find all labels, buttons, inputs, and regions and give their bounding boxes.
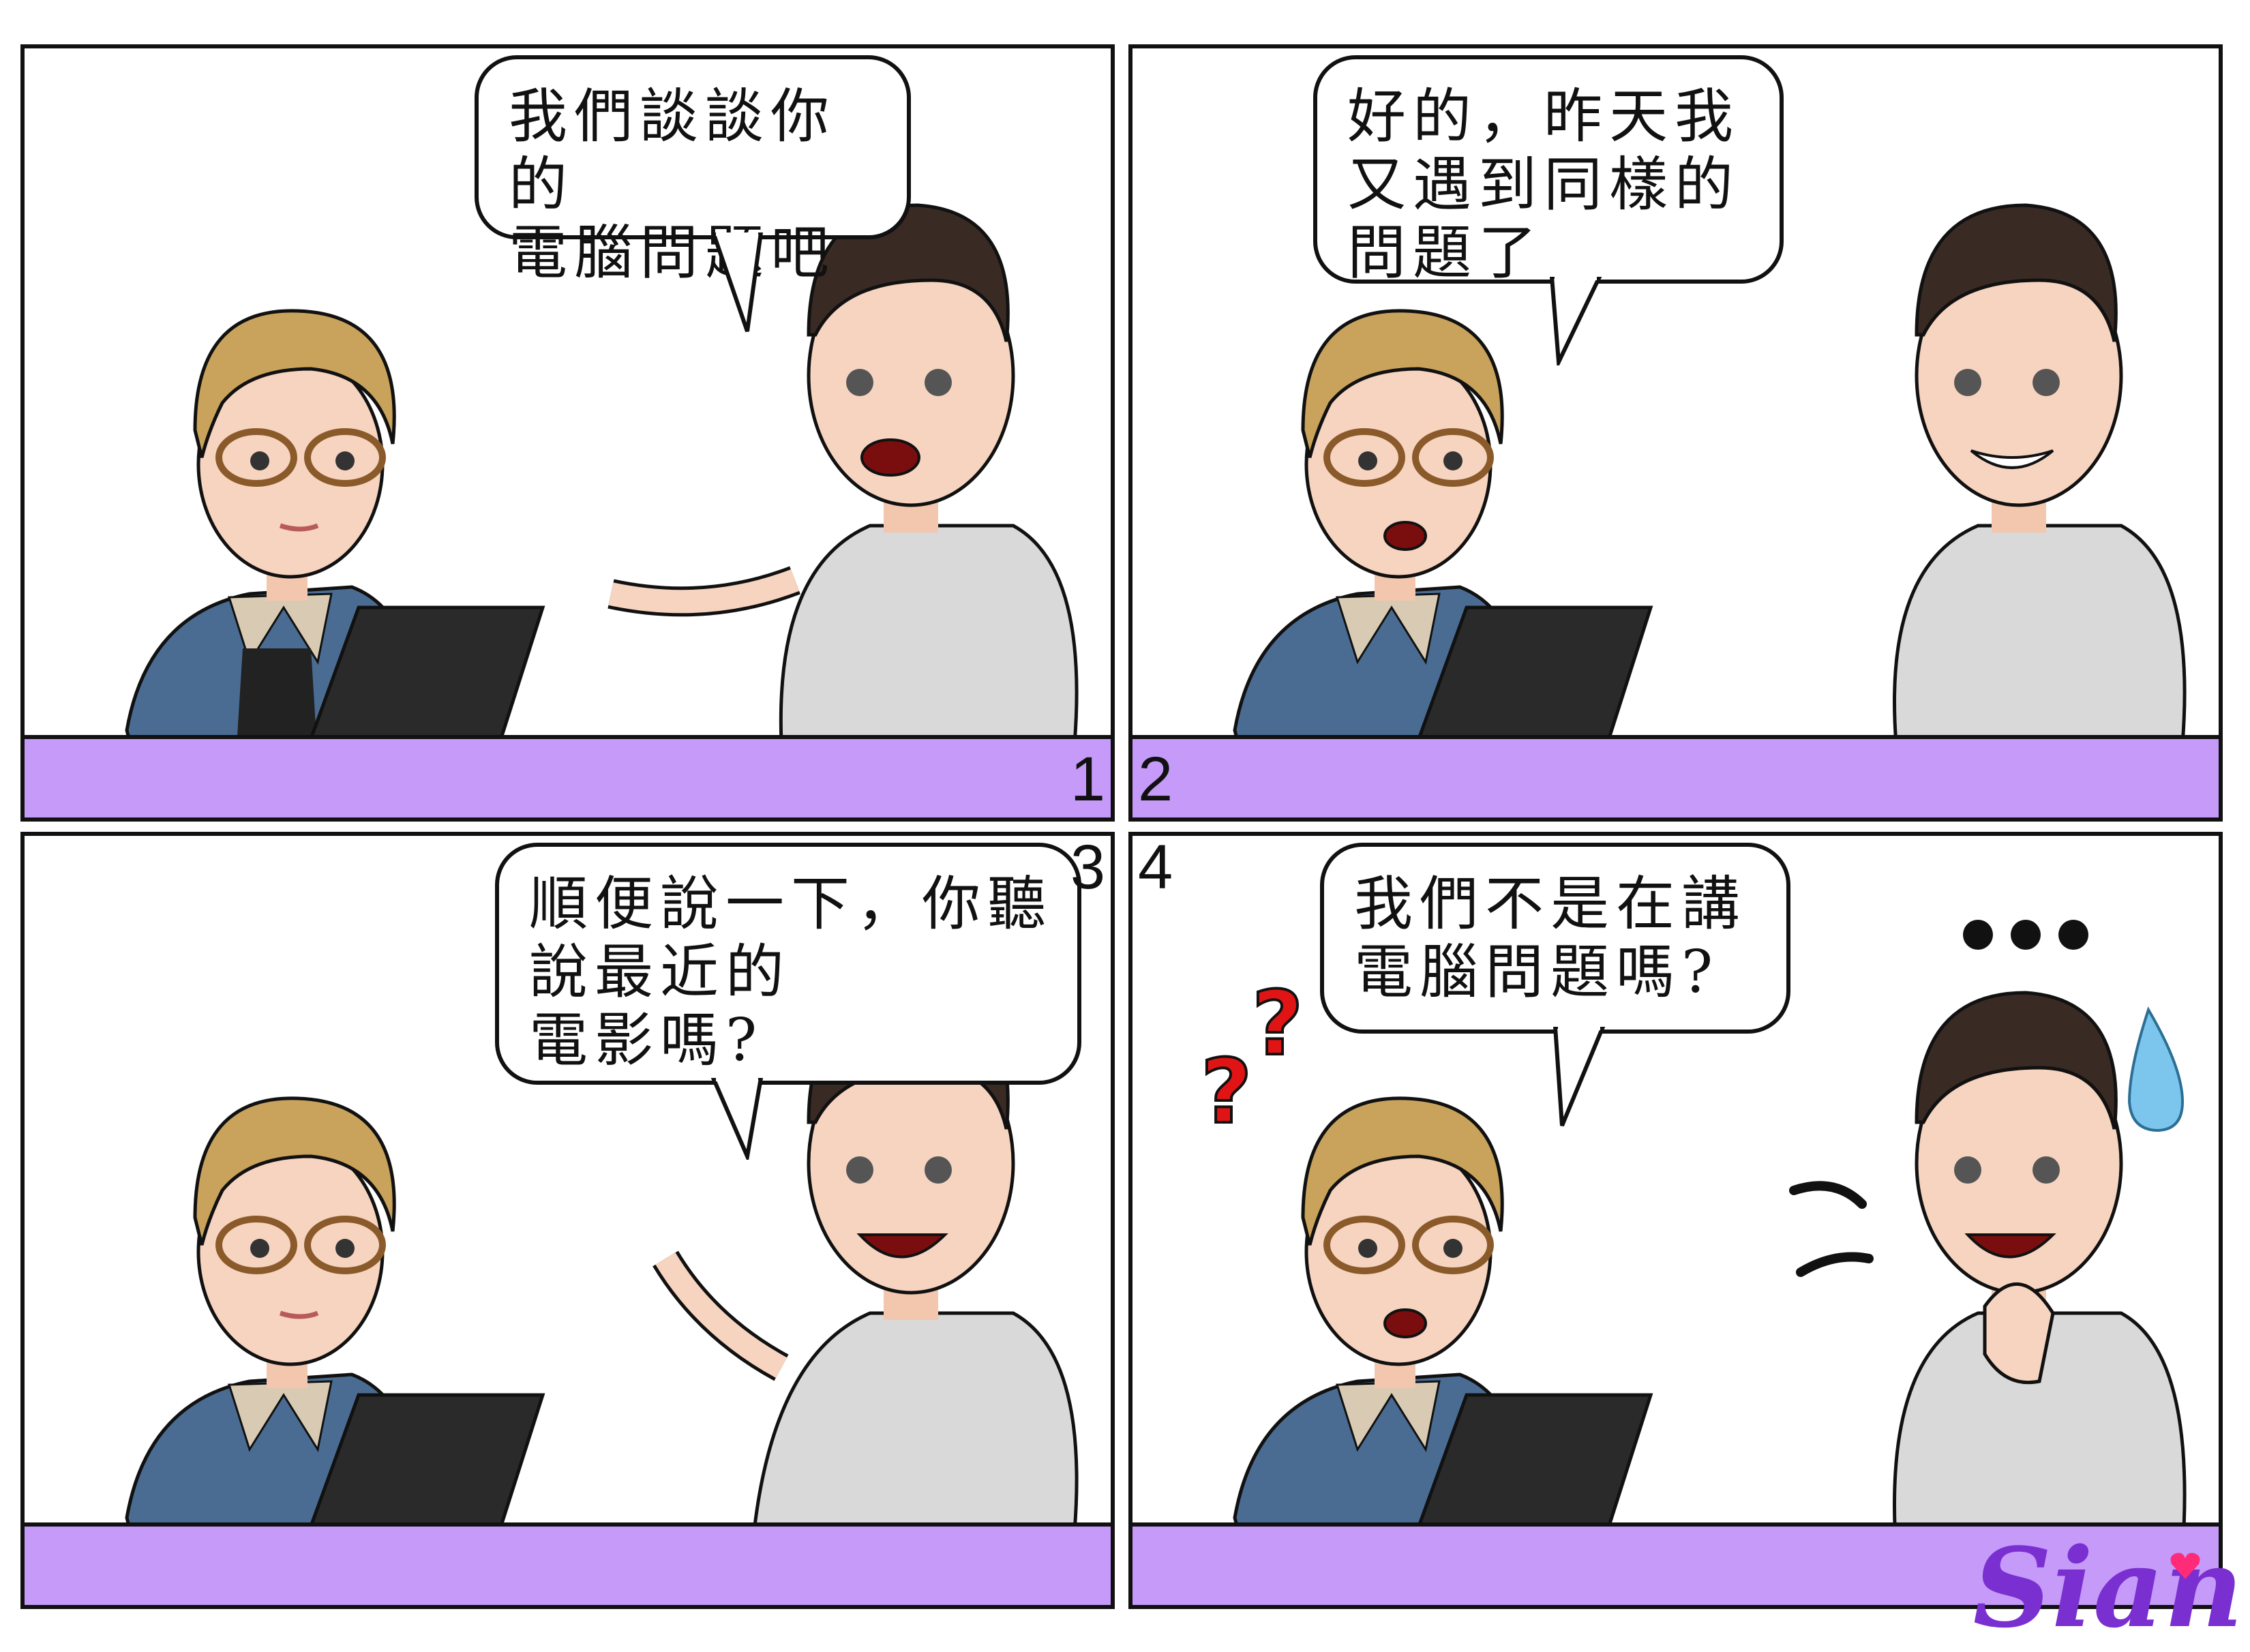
desk [1132, 735, 2219, 817]
heart-icon [2170, 1552, 2200, 1579]
panel-number-2: 2 [1138, 745, 1173, 814]
panel-number-4: 4 [1138, 832, 1173, 902]
sweat-drop-icon [2127, 1006, 2185, 1132]
svg-text:?: ? [1201, 1040, 1252, 1143]
question-marks-icon: ? ? [1199, 970, 1304, 1145]
speech-bubble-panel-4: 我們不是在講 電腦問題嗎? [1320, 843, 1790, 1034]
comic-panel-3: 順便說一下，你聽 說最近的 電影嗎? 3 [20, 832, 1115, 1609]
comic-panel-4: ? ? 我們不是在講 電腦問題嗎? 4 [1128, 832, 2223, 1609]
speech-bubble-panel-1: 我們談談你的 電腦問題吧 [475, 55, 911, 287]
comic-panel-1: 我們談談你的 電腦問題吧 1 [20, 44, 1115, 822]
comic-panel-2: 好的，昨天我 又遇到同樣的 問題了 2 [1128, 44, 2223, 822]
panel-number-3: 3 [1070, 832, 1105, 902]
speech-bubble-tail [710, 1078, 764, 1160]
speech-bubble-panel-3: 順便說一下，你聽 說最近的 電影嗎? [495, 843, 1081, 1085]
artist-signature: Sian [1972, 1524, 2243, 1652]
man-character [1893, 203, 2187, 746]
speech-bubble-tail [1552, 1027, 1606, 1127]
desk [25, 1522, 1111, 1605]
ellipsis-dots-icon [1963, 920, 2088, 950]
speech-bubble-tail [710, 232, 764, 332]
desk [25, 735, 1111, 817]
surprise-marks-icon [1789, 1181, 1874, 1277]
panel-number-1: 1 [1070, 745, 1105, 814]
speech-bubble-tail [1549, 277, 1602, 365]
speech-bubble-panel-2: 好的，昨天我 又遇到同樣的 問題了 [1313, 55, 1784, 287]
svg-text:?: ? [1252, 972, 1303, 1075]
